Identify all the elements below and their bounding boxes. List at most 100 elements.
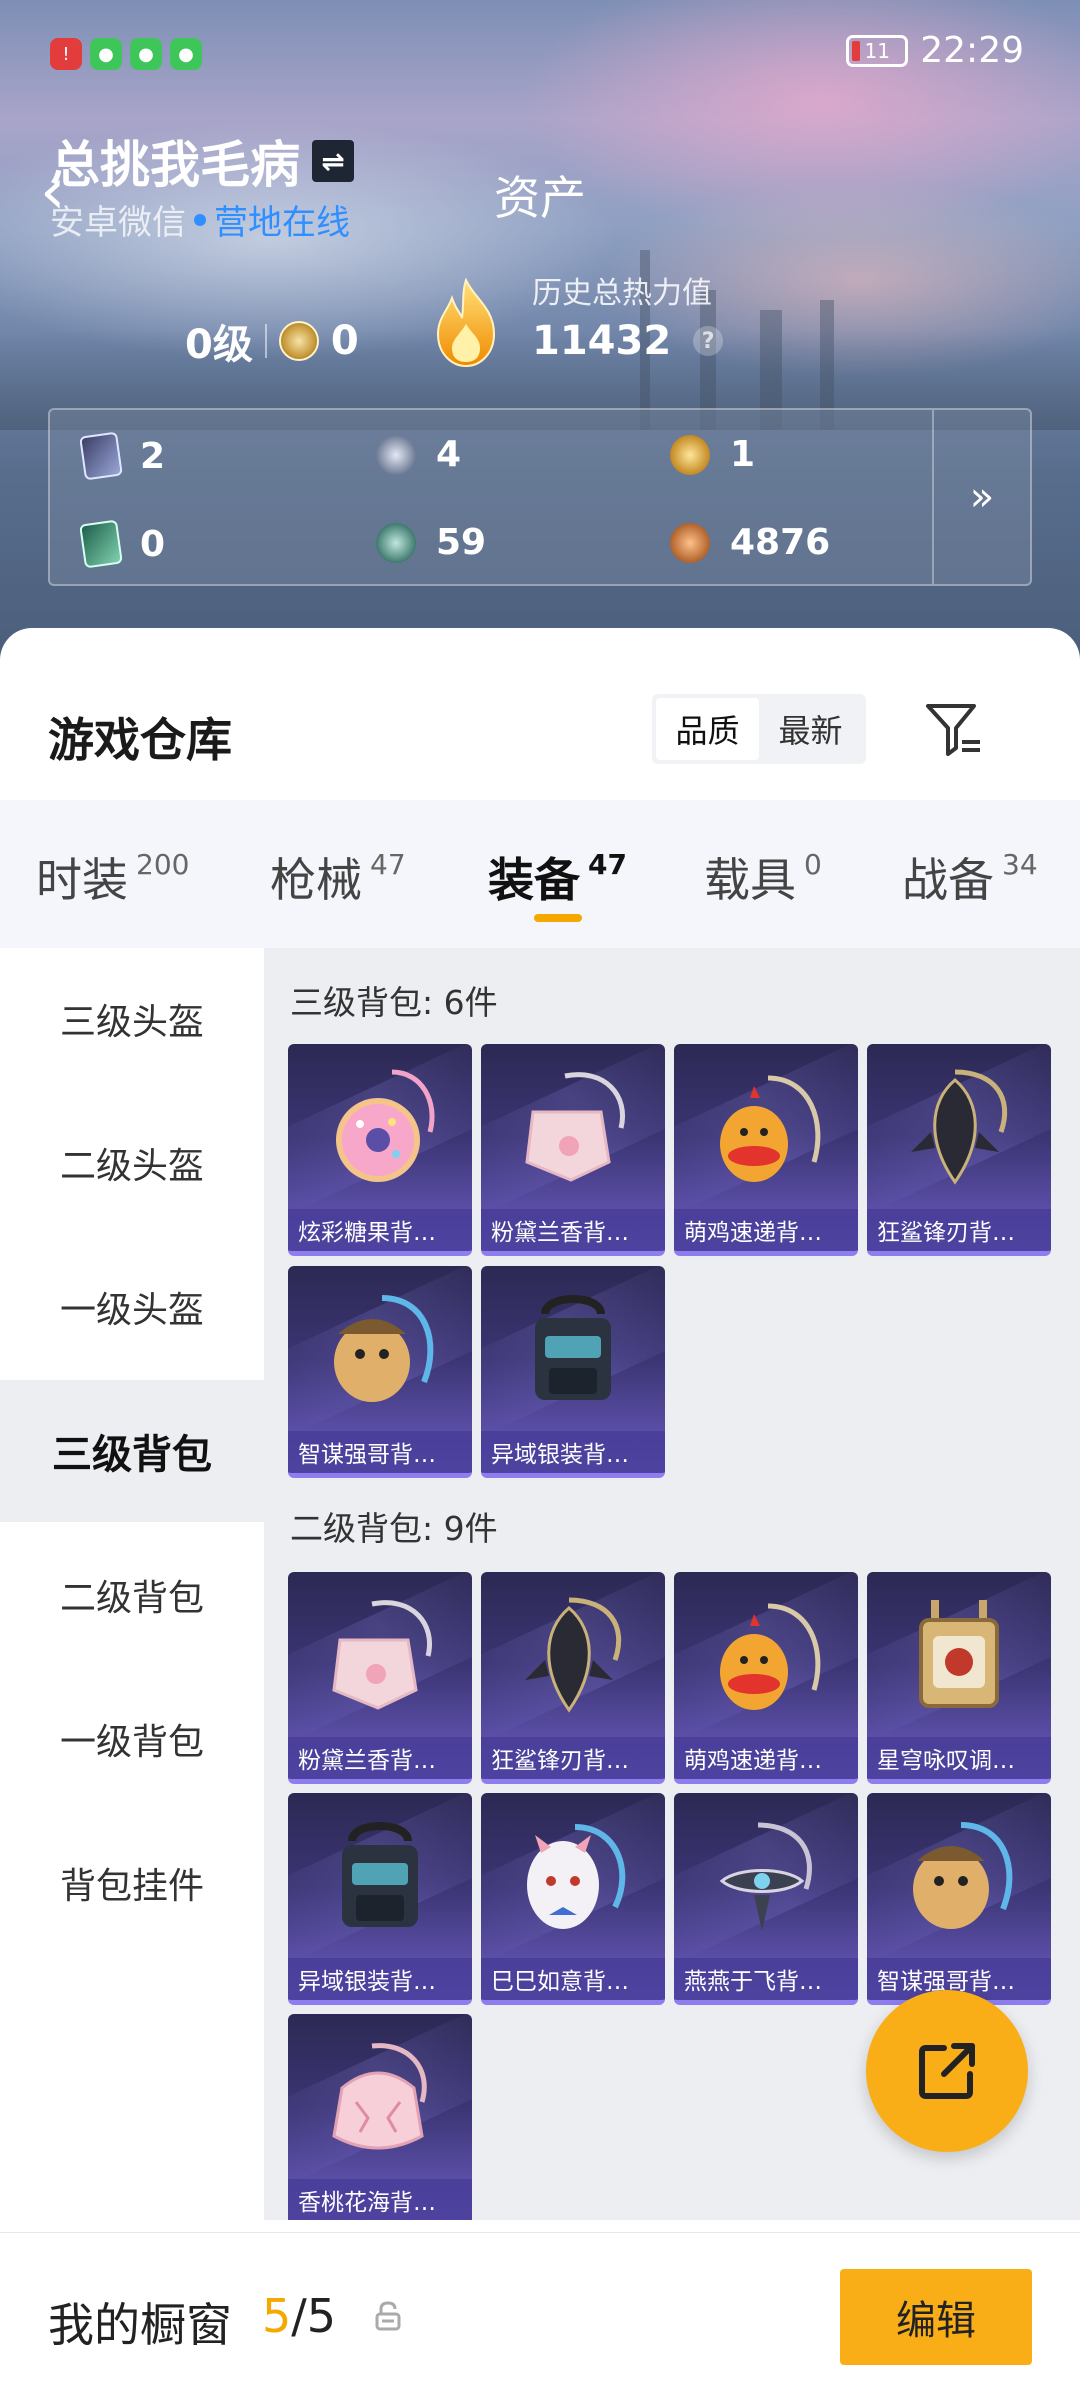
item-name: 狂鲨锋刃背… (481, 1737, 665, 1779)
profile-header: ! ● ● ● 11 22:29 总挑我毛病 ⇌ 安卓微信 营地在线 ‹ 资产 … (0, 0, 1080, 660)
silver-coin-icon (376, 434, 416, 475)
item-name: 萌鸡速递背… (674, 1209, 858, 1251)
showcase-label: 我的橱窗 (48, 2298, 232, 2352)
tab-combat-gear[interactable]: 战备 34 (902, 844, 1038, 910)
tab-label: 战备 (902, 853, 994, 907)
item-name: 狂鲨锋刃背… (867, 1209, 1051, 1251)
divider (264, 324, 267, 358)
item-card[interactable]: 巳巳如意背… (481, 1793, 665, 2005)
showcase-bar: 我的橱窗 5/5 编辑 (0, 2232, 1080, 2400)
backpack-donut-icon (336, 1069, 435, 1182)
asset-item: 2 (79, 431, 165, 481)
heat-label: 历史总热力值 (532, 276, 712, 311)
item-name: 燕燕于飞背… (674, 1958, 858, 2000)
item-card[interactable]: 异域银装背… (288, 1793, 472, 2005)
warehouse-title: 游戏仓库 (48, 713, 232, 767)
tab-label: 时装 (36, 853, 128, 907)
item-card[interactable]: 粉黛兰香背… (288, 1572, 472, 1784)
tab-fashion[interactable]: 时装 200 (36, 844, 189, 910)
item-card[interactable]: 燕燕于飞背… (674, 1793, 858, 2005)
asset-item: 59 (376, 522, 486, 563)
sidebar-item-lv1-helmet[interactable]: 一级头盔 (0, 1236, 264, 1378)
item-card[interactable]: 萌鸡速递背… (674, 1044, 858, 1256)
item-name: 粉黛兰香背… (288, 1737, 472, 1779)
sidebar-item-lv1-backpack[interactable]: 一级背包 (0, 1668, 264, 1810)
sort-by-newest[interactable]: 最新 (759, 698, 862, 760)
backpack-shark-icon (911, 1069, 1008, 1185)
battery-level: 11 (864, 38, 890, 63)
active-tab-indicator (534, 914, 582, 922)
heat-value: 11432 (532, 318, 672, 364)
wechat-notification-icon: ● (90, 38, 122, 70)
item-card[interactable]: 智谋强哥背… (867, 1793, 1051, 2005)
backpack-swallow-icon (719, 1822, 812, 1931)
share-button[interactable] (866, 1990, 1028, 2152)
backpack-snake-icon (527, 1824, 626, 1929)
item-card[interactable]: 星穹咏叹调… (867, 1572, 1051, 1784)
item-card[interactable]: 异域银装背… (481, 1266, 665, 1478)
flame-icon (436, 278, 496, 368)
sidebar-item-lv2-helmet[interactable]: 二级头盔 (0, 1092, 264, 1234)
more-assets-button[interactable]: » (932, 410, 1030, 584)
item-name: 智谋强哥背… (288, 1431, 472, 1473)
filter-icon[interactable] (922, 698, 984, 760)
wechat-notification-icon: ● (130, 38, 162, 70)
backpack-brother-icon (913, 1822, 1013, 1929)
tab-vehicles[interactable]: 载具 0 (704, 844, 822, 910)
section-title: 二级背包: 9件 (290, 1509, 498, 1548)
gold-coin-icon (670, 434, 710, 475)
lock-icon (375, 2301, 401, 2331)
item-name: 炫彩糖果背… (288, 1209, 472, 1251)
backpack-shark-icon (525, 1597, 622, 1713)
asset-item: 0 (79, 519, 165, 569)
item-card[interactable]: 萌鸡速递背… (674, 1572, 858, 1784)
asset-panel[interactable]: 2 4 1 0 59 4876 » (48, 408, 1032, 586)
edit-button[interactable]: 编辑 (840, 2269, 1032, 2365)
level-text: 0级 (185, 322, 253, 368)
asset-item: 4876 (670, 522, 830, 563)
asset-item: 4 (376, 434, 461, 475)
sidebar-item-backpack-charm[interactable]: 背包挂件 (0, 1812, 264, 1954)
sort-by-quality[interactable]: 品质 (656, 698, 759, 760)
medal-count: 0 (330, 318, 359, 364)
warehouse-sheet: 游戏仓库 品质 最新 时装 200 枪械 47 装备 47 载具 0 战备 34 (0, 628, 1080, 2400)
backpack-peach-icon (332, 2043, 427, 2150)
bronze-coin-icon (670, 522, 710, 563)
asset-grid: 2 4 1 0 59 4876 (50, 410, 936, 588)
battery-icon: 11 (846, 34, 909, 67)
asset-value: 59 (436, 522, 487, 563)
backpack-silver-icon (342, 1822, 418, 1927)
asset-value: 4 (436, 434, 462, 475)
heat-value-row: 11432 ? (532, 318, 724, 364)
section-title: 三级背包: 6件 (290, 983, 498, 1022)
item-card[interactable]: 狂鲨锋刃背… (867, 1044, 1051, 1256)
backpack-pink-icon (332, 1600, 432, 1710)
green-card-icon (79, 519, 123, 569)
share-icon (919, 2043, 975, 2099)
sidebar-item-lv3-backpack[interactable]: 三级背包 (0, 1380, 264, 1522)
backpack-pink-icon (525, 1072, 625, 1182)
showcase-count: 5/5 (262, 2289, 336, 2343)
asset-value: 4876 (730, 522, 831, 563)
wechat-notification-icon: ● (170, 38, 202, 70)
help-icon[interactable]: ? (693, 326, 724, 356)
sidebar-item-lv3-helmet[interactable]: 三级头盔 (0, 948, 264, 1090)
item-card[interactable]: 香桃花海背… (288, 2014, 472, 2220)
asset-item: 1 (670, 434, 755, 475)
item-name: 粉黛兰香背… (481, 1209, 665, 1251)
item-name: 异域银装背… (481, 1431, 665, 1473)
item-card[interactable]: 粉黛兰香背… (481, 1044, 665, 1256)
sidebar-item-lv2-backpack[interactable]: 二级背包 (0, 1524, 264, 1666)
item-name: 萌鸡速递背… (674, 1737, 858, 1779)
item-name: 香桃花海背… (288, 2179, 472, 2220)
medal-icon (278, 321, 319, 361)
tab-count: 47 (370, 848, 406, 881)
tab-firearms[interactable]: 枪械 47 (270, 844, 406, 910)
purple-card-icon (79, 431, 123, 481)
item-card[interactable]: 炫彩糖果背… (288, 1044, 472, 1256)
item-card[interactable]: 狂鲨锋刃背… (481, 1572, 665, 1784)
backpack-chick-icon (720, 1603, 821, 1710)
item-card[interactable]: 智谋强哥背… (288, 1266, 472, 1478)
tab-equipment[interactable]: 装备 47 (488, 844, 627, 910)
status-right: 11 22:29 (846, 30, 1024, 71)
